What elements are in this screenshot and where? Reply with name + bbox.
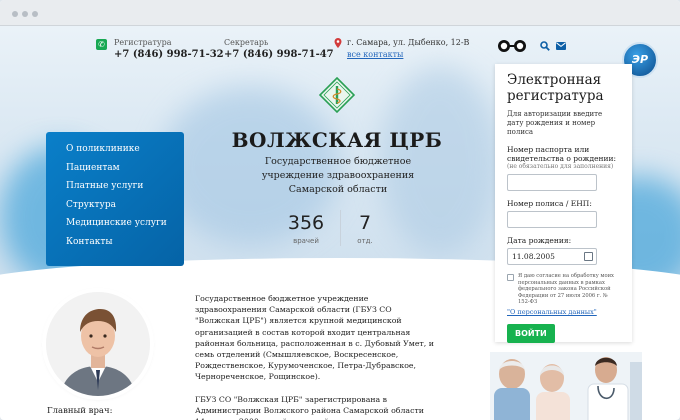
- passport-sublabel: (не обязательно для заполнения): [507, 163, 614, 170]
- menu-item-paid-services[interactable]: Платные услуги: [66, 181, 184, 200]
- menu-item-structure[interactable]: Структура: [66, 200, 184, 219]
- window-dot-icon[interactable]: [22, 11, 28, 17]
- stat-doctors-label: врачей: [293, 237, 319, 245]
- birth-date-label: Дата рождения:: [507, 236, 572, 245]
- secretary-label: Секретарь: [224, 38, 269, 47]
- login-button[interactable]: ВОЙТИ: [507, 323, 555, 343]
- window-titlebar: [0, 0, 680, 26]
- window-dot-icon[interactable]: [32, 11, 38, 17]
- window-dot-icon[interactable]: [12, 11, 18, 17]
- secretary-phone[interactable]: +7 (846) 998-71-47: [224, 49, 334, 60]
- passport-input[interactable]: [507, 174, 597, 191]
- consent-row: Я даю согласие на обработку моих персона…: [507, 273, 620, 306]
- chief-doctor-label: Главный врач:: [47, 406, 113, 416]
- calendar-icon[interactable]: [584, 252, 593, 261]
- hospital-logo-icon: [319, 77, 355, 113]
- stat-departments-value: 7: [358, 212, 372, 234]
- stat-doctors-value: 356: [287, 212, 325, 234]
- phone-icon: ✆: [96, 39, 107, 50]
- all-contacts-link[interactable]: все контакты: [347, 50, 403, 59]
- stat-departments-label: отд.: [357, 237, 373, 245]
- about-text: Государственное бюджетное учреждение здр…: [195, 293, 435, 420]
- menu-item-medical-services[interactable]: Медицинские услуги: [66, 218, 184, 237]
- about-paragraph: ГБУЗ СО "Волжская ЦРБ" зарегистрирована …: [195, 394, 424, 420]
- stat-divider: [340, 210, 341, 246]
- stat-departments: 7 отд.: [350, 212, 380, 245]
- search-icon[interactable]: [540, 41, 550, 51]
- menu-item-about[interactable]: О поликлинике: [66, 144, 184, 163]
- menu-item-patients[interactable]: Пациентам: [66, 163, 184, 182]
- registration-title: Электронная регистратура: [507, 72, 604, 104]
- doctor-portrait: [46, 292, 150, 396]
- birth-date-input[interactable]: 11.08.2005: [507, 248, 597, 265]
- personal-data-link[interactable]: "О персональных данных": [507, 308, 620, 316]
- chief-doctor-avatar: [46, 292, 150, 396]
- registration-panel: Электронная регистратура Для авторизации…: [495, 64, 632, 343]
- staff-illustration: [490, 352, 642, 420]
- consent-checkbox[interactable]: [507, 274, 514, 281]
- page-subtitle: Государственное бюджетное учреждение здр…: [261, 156, 415, 195]
- main-menu: О поликлинике Пациентам Платные услуги С…: [46, 132, 184, 266]
- low-vision-glasses-icon[interactable]: [496, 39, 528, 53]
- registration-hint: Для авторизации введите дату рождения и …: [507, 110, 603, 136]
- birth-date-value: 11.08.2005: [512, 252, 555, 261]
- policy-input[interactable]: [507, 211, 597, 228]
- registry-label: Регистратура: [114, 38, 172, 47]
- passport-label: Номер паспорта или свидетельства о рожде…: [507, 145, 617, 163]
- medical-staff-photo: [490, 352, 642, 420]
- menu-item-contacts[interactable]: Контакты: [66, 237, 184, 256]
- mail-icon[interactable]: [556, 42, 566, 50]
- about-paragraph: Государственное бюджетное учреждение здр…: [195, 294, 434, 382]
- address-text: г. Самара, ул. Дыбенко, 12-В: [347, 38, 470, 47]
- consent-text: Я даю согласие на обработку моих персона…: [518, 273, 614, 306]
- location-pin-icon: [334, 38, 342, 48]
- browser-window: ✆ Регистратура +7 (846) 998-71-32 Секрет…: [0, 0, 680, 420]
- page-title: ВОЛЖСКАЯ ЦРБ: [231, 128, 443, 152]
- policy-label: Номер полиса / ЕНП:: [507, 199, 592, 208]
- registry-phone[interactable]: +7 (846) 998-71-32: [114, 49, 224, 60]
- stat-doctors: 356 врачей: [283, 212, 329, 245]
